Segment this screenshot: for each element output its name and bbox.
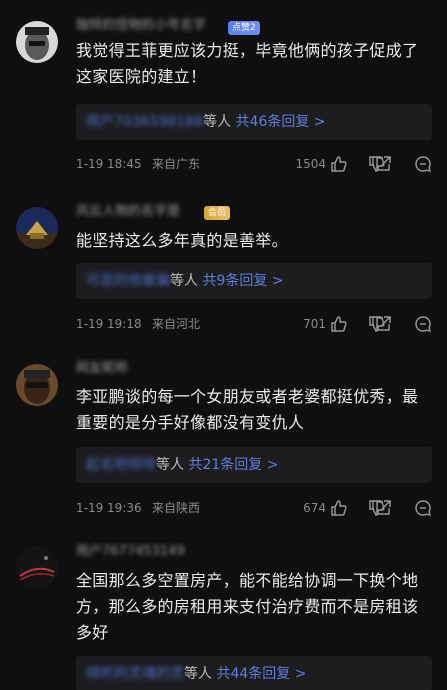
share-icon[interactable] (374, 155, 392, 173)
avatar[interactable] (16, 21, 58, 63)
comment-meta: 1-19 19:18 来自河北 701 (76, 314, 436, 334)
avatar[interactable] (16, 546, 58, 588)
avatar[interactable] (16, 364, 58, 406)
comment-meta: 1-19 19:36 来自陕西 674 (76, 498, 436, 518)
like-count: 674 (303, 501, 326, 515)
comment-text: 能坚持这么多年真的是善举。 (76, 231, 288, 250)
thumbs-up-icon[interactable] (330, 315, 348, 333)
reply-count[interactable]: 共9条回复 > (202, 273, 283, 289)
timestamp: 1-19 19:18 (76, 317, 142, 331)
reply-bubble-icon[interactable] (414, 499, 432, 517)
reply-count[interactable]: 共44条回复 > (216, 666, 306, 682)
reply-names: 用户7036598188 (86, 114, 204, 130)
timestamp: 1-19 18:45 (76, 157, 142, 171)
reply-names: 可恶的他被骗 (86, 273, 170, 289)
comment-meta: 1-19 18:45 来自广东 1504 (76, 154, 436, 174)
username[interactable]: 网友昵称 (76, 360, 128, 378)
reply-count[interactable]: 共46条回复 > (236, 114, 326, 130)
thumbs-up-icon[interactable] (330, 499, 348, 517)
reply-count[interactable]: 共21条回复 > (188, 457, 278, 473)
comment-text: 全国那么多空置房产，能不能给协调一下换个地方，那么多的房租用来支付治疗费而不是房… (76, 571, 419, 642)
username[interactable]: 独特的怪物的小号名字 (76, 17, 206, 35)
comment-text: 李亚鹏谈的每一个女朋友或者老婆都挺优秀，最重要的是分手好像都没有变仇人 (76, 387, 419, 432)
like-count: 701 (303, 317, 326, 331)
reply-summary[interactable]: 可恶的他被骗等人 共9条回复 > (76, 263, 432, 299)
username[interactable]: 风云人物的名字是 (76, 203, 180, 221)
reply-mid: 等人 (184, 666, 212, 682)
share-icon[interactable] (374, 315, 392, 333)
reply-names: 倾听的灵魂的灵 (86, 666, 184, 682)
share-icon[interactable] (374, 499, 392, 517)
comment-text: 我觉得王菲更应该力挺，毕竟他俩的孩子促成了这家医院的建立！ (76, 41, 419, 86)
badge: 会员 (204, 206, 231, 220)
reply-summary[interactable]: 倾听的灵魂的灵等人 共44条回复 > (76, 656, 432, 690)
reply-names: 起名吧呀呀 (86, 457, 156, 473)
avatar[interactable] (16, 207, 58, 249)
reply-summary[interactable]: 用户7036598188等人 共46条回复 > (76, 104, 432, 140)
thumbs-up-icon[interactable] (330, 155, 348, 173)
reply-mid: 等人 (156, 457, 184, 473)
like-count: 1504 (295, 157, 326, 171)
reply-mid: 等人 (170, 273, 198, 289)
badge: 点赞2 (228, 21, 260, 35)
location: 来自广东 (152, 157, 201, 171)
reply-bubble-icon[interactable] (414, 155, 432, 173)
timestamp: 1-19 19:36 (76, 501, 142, 515)
location: 来自陕西 (152, 501, 201, 515)
reply-summary[interactable]: 起名吧呀呀等人 共21条回复 > (76, 447, 432, 483)
reply-mid: 等人 (203, 114, 232, 130)
username[interactable]: 用户7677453149 (76, 543, 185, 561)
reply-bubble-icon[interactable] (414, 315, 432, 333)
location: 来自河北 (152, 317, 201, 331)
